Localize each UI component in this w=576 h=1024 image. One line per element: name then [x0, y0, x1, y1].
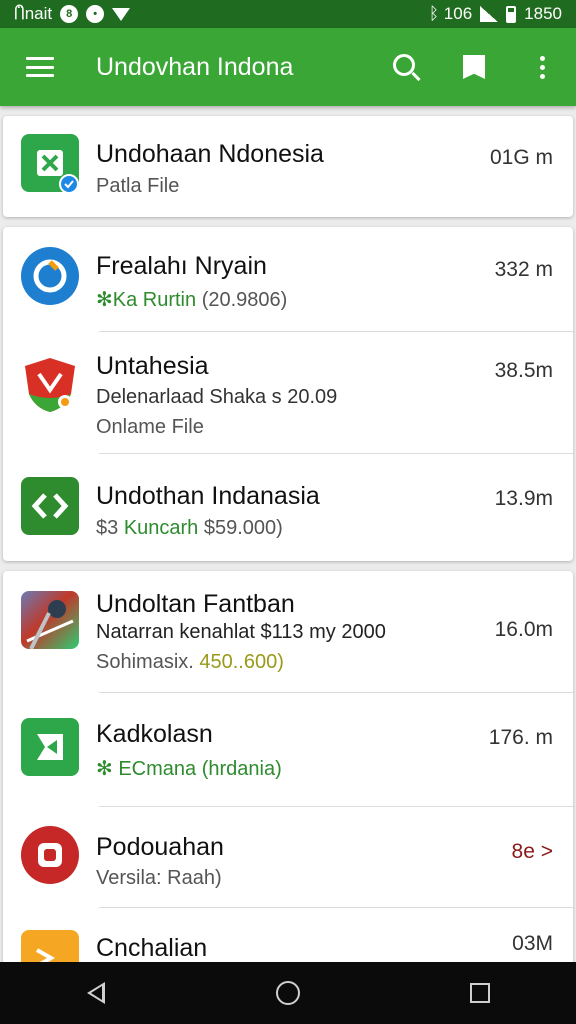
- app-bar: Undovhan Indona: [0, 28, 576, 106]
- list-card: Frealahı Nryain ✻Ka Rurtin (20.9806) 332…: [3, 227, 573, 561]
- item-title: Kadkolasn: [96, 720, 213, 748]
- messenger-icon: •: [86, 5, 105, 23]
- navigation-bar: [0, 962, 576, 1024]
- item-size: 01G m: [489, 146, 553, 169]
- item-subtitle: Versila: Raah): [96, 867, 222, 889]
- item-size: 176. m: [488, 726, 553, 749]
- red-shield-app-icon: [21, 356, 79, 414]
- list-item[interactable]: Undohaan Ndonesia Patla File 01G m: [3, 116, 573, 217]
- red-circle-app-icon: [21, 826, 79, 884]
- list-item[interactable]: Frealahı Nryain ✻Ka Rurtin (20.9806) 332…: [3, 227, 573, 331]
- item-title: Cnchalian: [96, 934, 208, 962]
- notification-icon: 8: [60, 5, 79, 23]
- more-options-button[interactable]: [508, 28, 576, 106]
- flag-button[interactable]: [440, 28, 508, 106]
- item-title: Undohaan Ndonesia: [96, 140, 324, 168]
- search-button[interactable]: [372, 28, 440, 106]
- home-button[interactable]: [258, 962, 318, 1024]
- item-subtitle: Patla File: [96, 175, 180, 197]
- item-title: Undothan Indanasia: [96, 482, 320, 510]
- recent-apps-button[interactable]: [450, 962, 510, 1024]
- list-item[interactable]: Undothan Indanasia $3 Kuncarh $59.000) 1…: [3, 454, 573, 561]
- app-title: Undovhan Indona: [96, 52, 294, 81]
- flag-icon: [463, 55, 485, 79]
- item-size: 332 m: [494, 258, 553, 281]
- home-icon: [276, 981, 300, 1005]
- item-subtitle-row: ✻Ka Rurtin (20.9806): [96, 289, 288, 311]
- list-item[interactable]: Kadkolasn ✻ ECmana (hrdania) 176. m: [3, 693, 573, 806]
- item-subtitle-row: $3 Kuncarh $59.000): [96, 517, 283, 539]
- list-item[interactable]: Undoltan Fantban Natarran kenahlat $113 …: [3, 571, 573, 692]
- back-button[interactable]: [66, 962, 126, 1024]
- back-icon: [87, 982, 105, 1004]
- item-subtitle: Natarran kenahlat $113 my 2000: [96, 621, 386, 643]
- green-arrows-app-icon: [21, 477, 79, 535]
- item-subtitle-row: ✻ ECmana (hrdania): [96, 758, 282, 780]
- list-card: Undoltan Fantban Natarran kenahlat $113 …: [3, 571, 573, 988]
- item-size: 13.9m: [494, 487, 553, 510]
- item-subtitle-row: Sohimasix. 450..600): [96, 651, 284, 673]
- more-vert-icon: [539, 55, 545, 79]
- item-title: Untahesia: [96, 352, 209, 380]
- item-size: 03M: [512, 932, 553, 955]
- item-size: 38.5m: [494, 359, 553, 382]
- status-right-text: ᛒ 106: [428, 4, 473, 23]
- list-item[interactable]: Podouahan Versila: Raah) 8e >: [3, 807, 573, 907]
- status-left-text: Ⴖ̈nait: [14, 4, 53, 23]
- signal-icon: [480, 6, 499, 22]
- list-item[interactable]: Untahesia Delenarlaad Shaka s 20.09 Onla…: [3, 332, 573, 453]
- green-app-icon: [21, 134, 79, 192]
- item-subtitle: Delenarlaad Shaka s 20.09: [96, 386, 338, 408]
- blue-circle-app-icon: [21, 247, 79, 305]
- item-size: 8e >: [511, 840, 553, 863]
- item-size: 16.0m: [494, 618, 553, 641]
- status-bar: Ⴖ̈nait 8 • ᛒ 106 1850: [0, 0, 576, 28]
- list-card: Undohaan Ndonesia Patla File 01G m: [3, 116, 573, 217]
- menu-button[interactable]: [0, 28, 80, 106]
- game-app-icon: [21, 591, 79, 649]
- status-time: 1850: [524, 4, 562, 23]
- battery-icon: [506, 5, 517, 23]
- wifi-icon: [112, 7, 131, 21]
- item-title: Frealahı Nryain: [96, 252, 267, 280]
- item-title: Undoltan Fantban: [96, 590, 295, 618]
- green-flag-app-icon: [21, 718, 79, 776]
- item-subtitle-secondary: Onlame File: [96, 416, 204, 438]
- item-title: Podouahan: [96, 833, 224, 861]
- search-icon: [393, 54, 415, 76]
- hamburger-icon: [26, 57, 54, 77]
- recent-apps-icon: [470, 983, 490, 1003]
